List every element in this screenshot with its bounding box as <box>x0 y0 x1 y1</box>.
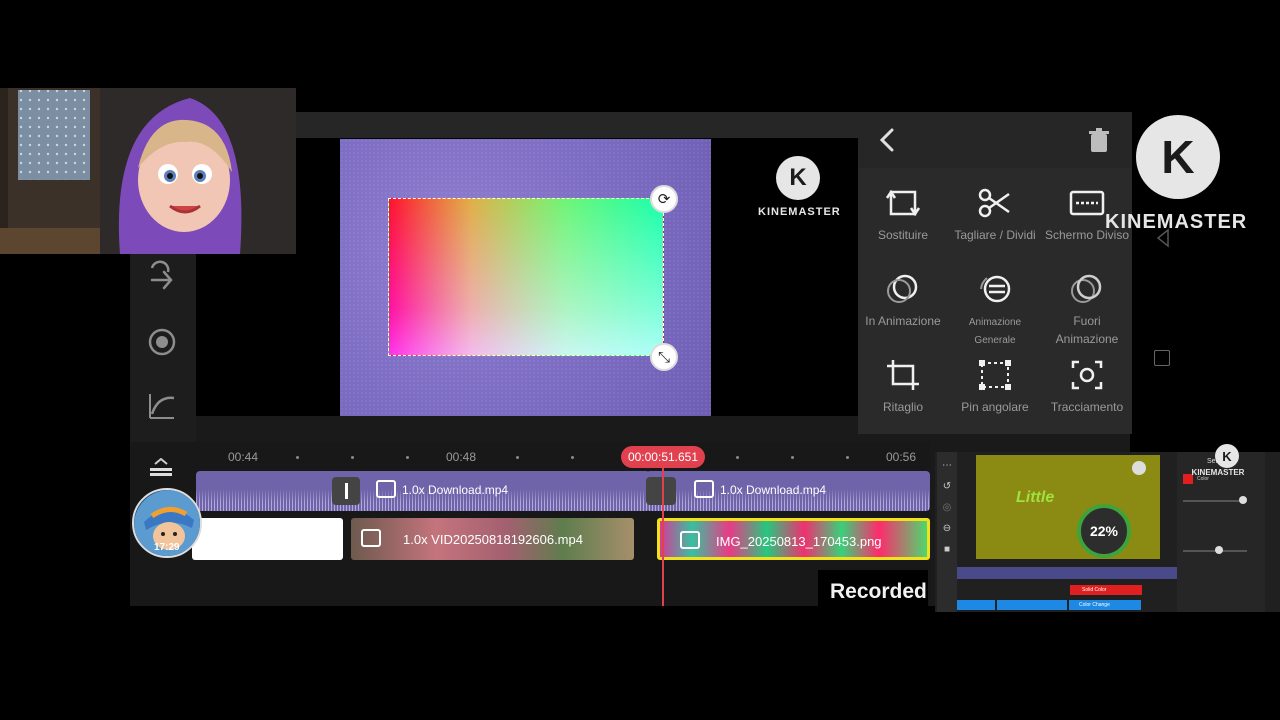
kinemaster-logo-icon: K <box>1215 444 1239 468</box>
film-icon <box>376 480 396 498</box>
mini-screen-overlay: ⋯ ↺ ◎ ⊖ ■ Little 22% Settings Color K KI… <box>935 444 1280 612</box>
menu-item-split[interactable]: Tagliare / Dividi <box>950 172 1040 256</box>
recorder-watermark: Recorded <box>818 570 928 610</box>
watermark-text: KINEMASTER <box>758 206 841 218</box>
menu-label: Sostituire <box>877 228 929 242</box>
clip-label: 1.0x Download.mp4 <box>402 483 509 497</box>
kinemaster-brand: K KINEMASTER <box>1100 115 1260 234</box>
kinemaster-logo-icon: K <box>776 156 820 200</box>
menu-label: In Animazione <box>865 314 941 328</box>
menu-item-tracking[interactable]: Tracciamento <box>1042 344 1132 428</box>
panel-header <box>858 112 1132 168</box>
image-clip-selected[interactable]: IMG_20250813_170453.png <box>657 518 930 560</box>
menu-item-crop[interactable]: Ritaglio <box>858 344 948 428</box>
mini-brand: K KINEMASTER <box>1183 444 1253 477</box>
menu-item-out-animation[interactable]: Fuori Animazione <box>1042 258 1132 345</box>
curve-icon[interactable] <box>144 388 180 424</box>
mini-solid-clip: Solid Color <box>1070 585 1142 595</box>
out-animation-icon <box>1071 274 1102 303</box>
recorded-text: Recorded <box>830 580 927 603</box>
chevron-left-icon[interactable] <box>876 126 900 154</box>
film-icon <box>694 480 714 498</box>
menu-item-overall-animation[interactable]: Animazione Generale <box>950 258 1040 346</box>
mini-logo-icon <box>1132 461 1146 475</box>
mini-color-change-clip: Color Change <box>1069 600 1141 610</box>
rotate-handle-icon[interactable]: ⟳ <box>650 185 678 213</box>
menu-label: Animazione Generale <box>968 317 1022 346</box>
facecam-overlay <box>0 88 296 254</box>
film-icon <box>361 529 381 547</box>
tick-label: 00:56 <box>886 450 917 464</box>
playhead-time[interactable]: 00:00:51.651 <box>621 446 705 468</box>
tracking-icon <box>1071 360 1103 390</box>
menu-item-in-animation[interactable]: In Animazione <box>858 258 948 342</box>
menu-label: Fuori Animazione <box>1055 314 1119 346</box>
mini-progress-ring: 22% <box>1077 504 1131 558</box>
mini-preview: Little <box>976 455 1160 559</box>
kinemaster-logo-icon: K <box>1136 115 1220 199</box>
tick-label: 00:44 <box>228 450 259 464</box>
avatar-time: 17:29 <box>154 542 180 553</box>
replace-icon <box>885 189 921 217</box>
mini-sticker-text: Little <box>1016 489 1055 506</box>
resize-handle-icon[interactable]: ⤡ <box>650 343 678 371</box>
mini-progress-text: 22% <box>1089 523 1119 539</box>
menu-label: Pin angolare <box>961 400 1029 414</box>
mini-track <box>957 567 1177 579</box>
clip-label: 1.0x Download.mp4 <box>720 483 827 497</box>
selected-image-layer[interactable] <box>388 198 664 356</box>
redo-icon[interactable] <box>144 258 180 294</box>
in-animation-icon <box>887 274 918 303</box>
playhead[interactable] <box>662 468 664 606</box>
blank-clip[interactable] <box>192 518 343 560</box>
overall-animation-icon <box>980 275 1011 303</box>
avatar: 17:29 <box>132 488 202 558</box>
corner-pin-icon <box>979 360 1011 390</box>
tick-label: 00:48 <box>446 450 477 464</box>
image-icon <box>680 531 700 549</box>
clip-label: IMG_20250813_170453.png <box>716 534 882 549</box>
scissors-icon <box>978 188 1010 218</box>
clip-label: 1.0x VID20250818192606.mp4 <box>403 532 583 547</box>
audio-clip[interactable]: 1.0x Download.mp4 <box>196 471 650 511</box>
time-ruler[interactable]: 00:44 00:48 00:56 <box>196 444 926 468</box>
mini-blue-clip <box>997 600 1067 610</box>
menu-label: Tracciamento <box>1050 400 1124 414</box>
menu-item-corner-pin[interactable]: Pin angolare <box>950 344 1040 428</box>
audio-clip[interactable]: 1.0x Download.mp4 <box>646 471 930 511</box>
watermark-logo: K KINEMASTER <box>758 156 841 218</box>
menu-item-replace[interactable]: Sostituire <box>858 172 948 256</box>
mini-brand-text: KINEMASTER <box>1191 468 1245 477</box>
mini-blue-clip <box>957 600 995 610</box>
clip-handle[interactable] <box>646 477 676 505</box>
kinemaster-wordmark: KINEMASTER <box>1105 211 1248 233</box>
record-icon[interactable] <box>144 324 180 360</box>
nav-recents-icon[interactable] <box>1154 350 1170 366</box>
effect-toggle-icon[interactable] <box>146 566 168 586</box>
menu-label: Ritaglio <box>882 400 924 414</box>
menu-label: Tagliare / Dividi <box>954 228 1036 242</box>
timeline-toggle-icon[interactable] <box>148 457 174 480</box>
split-marker-icon[interactable] <box>332 477 360 505</box>
crop-icon <box>887 360 919 390</box>
video-clip[interactable]: 1.0x VID20250818192606.mp4 <box>351 518 634 560</box>
mini-left-toolbar: ⋯ ↺ ◎ ⊖ ■ <box>937 452 957 612</box>
